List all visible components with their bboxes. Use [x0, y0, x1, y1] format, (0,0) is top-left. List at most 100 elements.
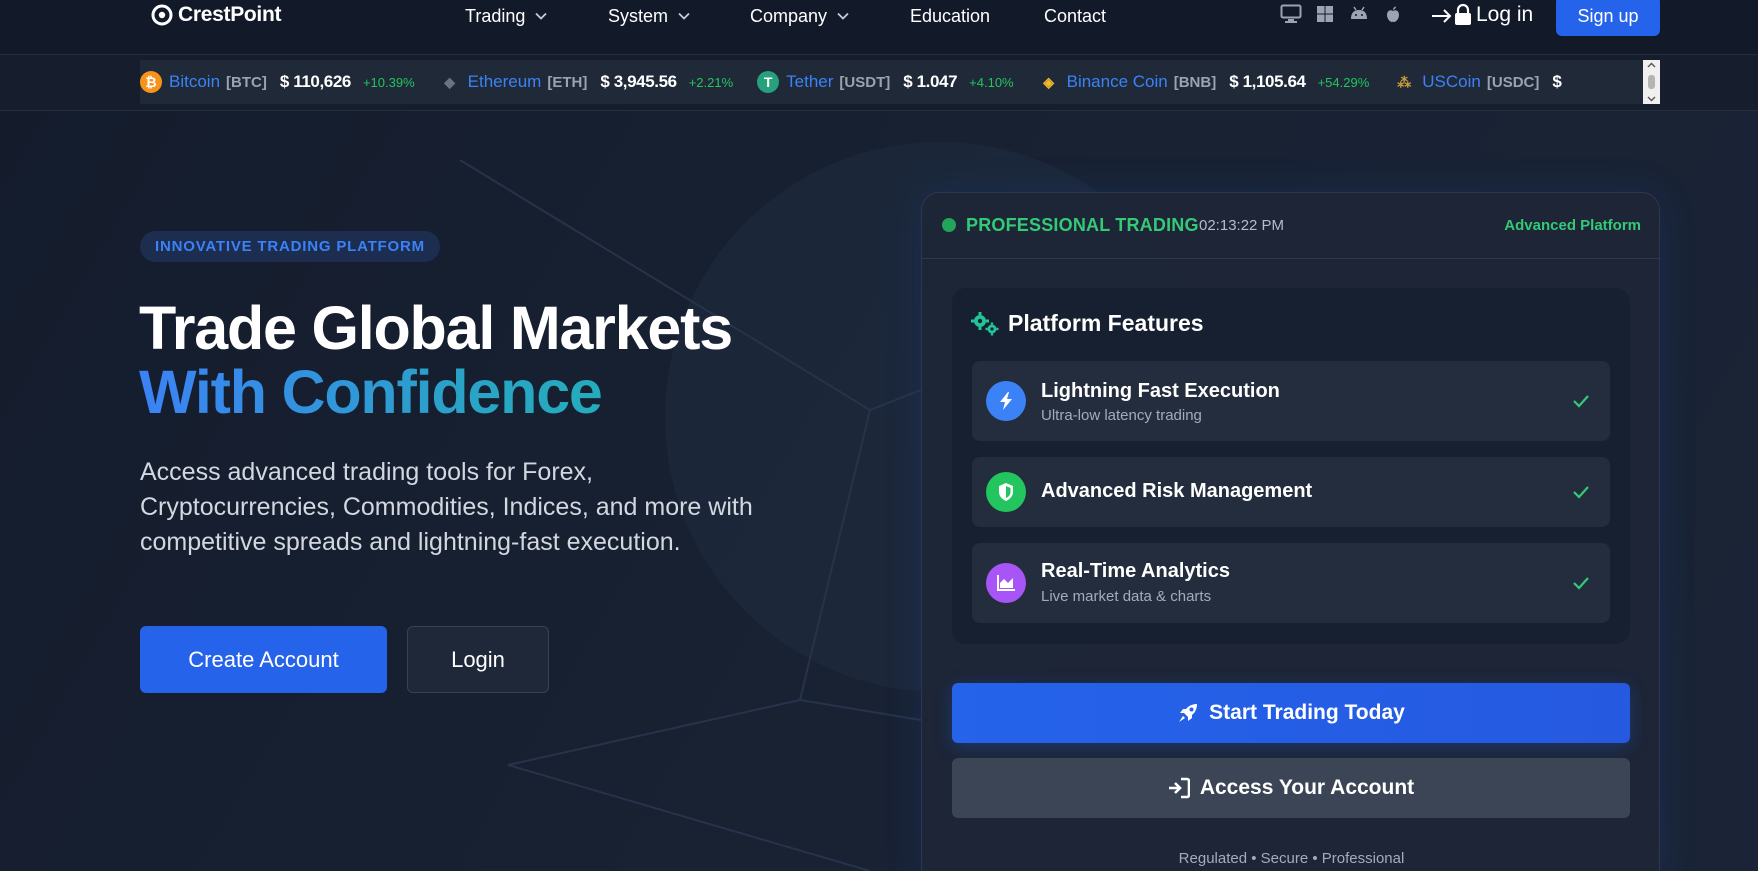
- ticker-coin-change: +54.29%: [1317, 74, 1370, 90]
- platform-features-panel: Platform Features Lightning Fast Executi…: [952, 288, 1630, 644]
- navbar: CrestPoint Trading System Company Educat…: [0, 0, 1758, 55]
- scroll-down-icon[interactable]: [1647, 96, 1656, 102]
- feature-item-risk-management[interactable]: Advanced Risk Management: [972, 457, 1610, 527]
- nav-item-label: Company: [750, 5, 828, 26]
- nav-item-system[interactable]: System: [608, 4, 690, 28]
- card-header: PROFESSIONAL TRADING 02:13:22 PM Advance…: [922, 193, 1661, 259]
- ticker-coin-symbol: [BNB]: [1173, 73, 1217, 91]
- features-heading: Platform Features: [970, 310, 1204, 337]
- hero-title-line1: Trade Global Markets: [139, 294, 733, 362]
- signup-button[interactable]: Sign up: [1556, 0, 1660, 36]
- analytics-chart-icon: [986, 563, 1026, 603]
- card-tag: Advanced Platform: [1504, 217, 1641, 234]
- features-title: Platform Features: [1008, 310, 1204, 336]
- price-ticker-band: ₿ Bitcoin [BTC] $ 110,626 +10.39% ◆ Ethereum [E…: [0, 55, 1758, 111]
- ticker-coin-name: Tether: [786, 72, 834, 91]
- rocket-icon: [1179, 704, 1198, 722]
- feature-title: Lightning Fast Execution: [1041, 380, 1280, 402]
- check-icon: [1573, 577, 1589, 590]
- start-trading-button[interactable]: Start Trading Today: [952, 683, 1630, 743]
- ticker-coin-symbol: [USDT]: [839, 73, 891, 91]
- shield-icon: [986, 472, 1026, 512]
- logo-mark-icon: [151, 4, 173, 26]
- ticker-item[interactable]: ◈ Binance Coin [BNB] $ 1,105.64 +54.29%: [1038, 71, 1370, 93]
- chevron-down-icon: [535, 12, 548, 20]
- feature-subtitle: Live market data & charts: [1041, 588, 1212, 605]
- brand-logo[interactable]: CrestPoint: [150, 2, 281, 28]
- nav-item-company[interactable]: Company: [750, 4, 849, 28]
- check-icon: [1573, 395, 1589, 408]
- trading-card: PROFESSIONAL TRADING 02:13:22 PM Advance…: [921, 192, 1661, 871]
- scroll-up-icon[interactable]: [1647, 62, 1656, 68]
- ticker-item[interactable]: ₿ Bitcoin [BTC] $ 110,626 +10.39%: [140, 71, 415, 93]
- nav-item-label: System: [608, 5, 669, 26]
- binance-icon: ◈: [1043, 73, 1054, 90]
- login-button[interactable]: Login: [407, 626, 549, 693]
- access-account-button[interactable]: Access Your Account: [952, 758, 1630, 818]
- hero-description: Access advanced trading tools for Forex,…: [140, 458, 753, 556]
- feature-title: Real-Time Analytics: [1041, 560, 1230, 582]
- android-icon[interactable]: [1348, 4, 1370, 24]
- ticker-track: ₿ Bitcoin [BTC] $ 110,626 +10.39% ◆ Ethereum [E…: [140, 71, 1597, 93]
- feature-item-real-time-analytics[interactable]: Real-Time Analytics Live market data & c…: [972, 543, 1610, 623]
- ticker-coin-change: +4.10%: [969, 74, 1014, 90]
- check-icon: [1573, 486, 1589, 499]
- ticker-coin-price: $ 1.047: [903, 72, 958, 91]
- ticker-coin-price: $ 110,626: [279, 72, 351, 91]
- feature-title: Advanced Risk Management: [1041, 480, 1313, 502]
- access-account-label: Access Your Account: [1199, 776, 1415, 799]
- start-trading-label: Start Trading Today: [1209, 701, 1405, 724]
- login-link-label: Log in: [1476, 3, 1534, 26]
- ticker-coin-symbol: [USDC]: [1486, 73, 1540, 91]
- ticker-coin-change: +2.21%: [688, 74, 734, 90]
- feature-subtitle: Ultra-low latency trading: [1041, 407, 1202, 424]
- ticker-coin-symbol: [ETH]: [547, 73, 588, 91]
- ticker-item[interactable]: ◆ Ethereum [ETH] $ 3,945.56 +2.21%: [439, 71, 734, 93]
- hero-title-line2: With Confidence: [139, 360, 732, 424]
- brand-name: CrestPoint: [178, 3, 282, 26]
- chevron-down-icon: [837, 12, 849, 20]
- login-link[interactable]: Log in: [1430, 1, 1533, 29]
- feature-item-fast-execution[interactable]: Lightning Fast Execution Ultra-low laten…: [972, 361, 1610, 441]
- live-status-dot: [942, 218, 956, 232]
- uscoin-icon: ⁂: [1397, 73, 1412, 90]
- hero-title: Trade Global Markets With Confidence: [139, 294, 733, 424]
- nav-item-trading[interactable]: Trading: [465, 4, 548, 28]
- nav-item-label: Contact: [1044, 5, 1107, 26]
- gears-icon: [971, 311, 999, 335]
- ticker-coin-price: $ 3,945.56: [600, 72, 677, 91]
- windows-icon[interactable]: [1314, 4, 1336, 24]
- nav-item-contact[interactable]: Contact: [1044, 4, 1106, 28]
- sign-in-icon: [1168, 777, 1190, 799]
- lightning-icon: [986, 381, 1026, 421]
- card-clock: 02:13:22 PM: [1199, 217, 1285, 234]
- ticker-coin-name: USCoin: [1422, 72, 1481, 91]
- ticker-coin-symbol: [BTC]: [226, 73, 267, 91]
- login-arrow-lock-icon: [1432, 3, 1471, 25]
- ethereum-icon: ◆: [444, 73, 456, 90]
- ticker-coin-name: Ethereum: [467, 72, 542, 91]
- nav-item-label: Trading: [465, 5, 526, 26]
- ticker-scrollbar[interactable]: [1643, 60, 1660, 104]
- price-ticker: ₿ Bitcoin [BTC] $ 110,626 +10.39% ◆ Ethereum [E…: [140, 60, 1660, 104]
- card-status-label: PROFESSIONAL TRADING: [966, 215, 1199, 235]
- nav-item-education[interactable]: Education: [910, 4, 990, 28]
- platform-icons: [1280, 4, 1404, 24]
- ticker-coin-price: $ 1,105.64: [1229, 72, 1306, 91]
- scrollbar-thumb[interactable]: [1648, 75, 1655, 89]
- card-footer-tagline: Regulated • Secure • Professional: [1178, 850, 1405, 867]
- bitcoin-icon: ₿: [140, 71, 162, 93]
- ticker-item[interactable]: T Tether [USDT] $ 1.047 +4.10%: [757, 71, 1014, 93]
- ticker-coin-name: Binance Coin: [1066, 72, 1168, 91]
- hero-badge: INNOVATIVE TRADING PLATFORM: [140, 231, 440, 262]
- ticker-coin-change: +10.39%: [362, 74, 415, 90]
- chevron-down-icon: [678, 12, 690, 20]
- tether-icon: T: [757, 71, 780, 93]
- ticker-item[interactable]: ⁂ USCoin [USDC] $: [1393, 71, 1573, 93]
- desktop-icon[interactable]: [1280, 4, 1302, 24]
- ticker-coin-price: $: [1552, 72, 1562, 91]
- ticker-coin-name: Bitcoin: [169, 72, 221, 91]
- create-account-button[interactable]: Create Account: [140, 626, 387, 693]
- apple-icon[interactable]: [1382, 4, 1404, 24]
- nav-item-label: Education: [910, 5, 991, 26]
